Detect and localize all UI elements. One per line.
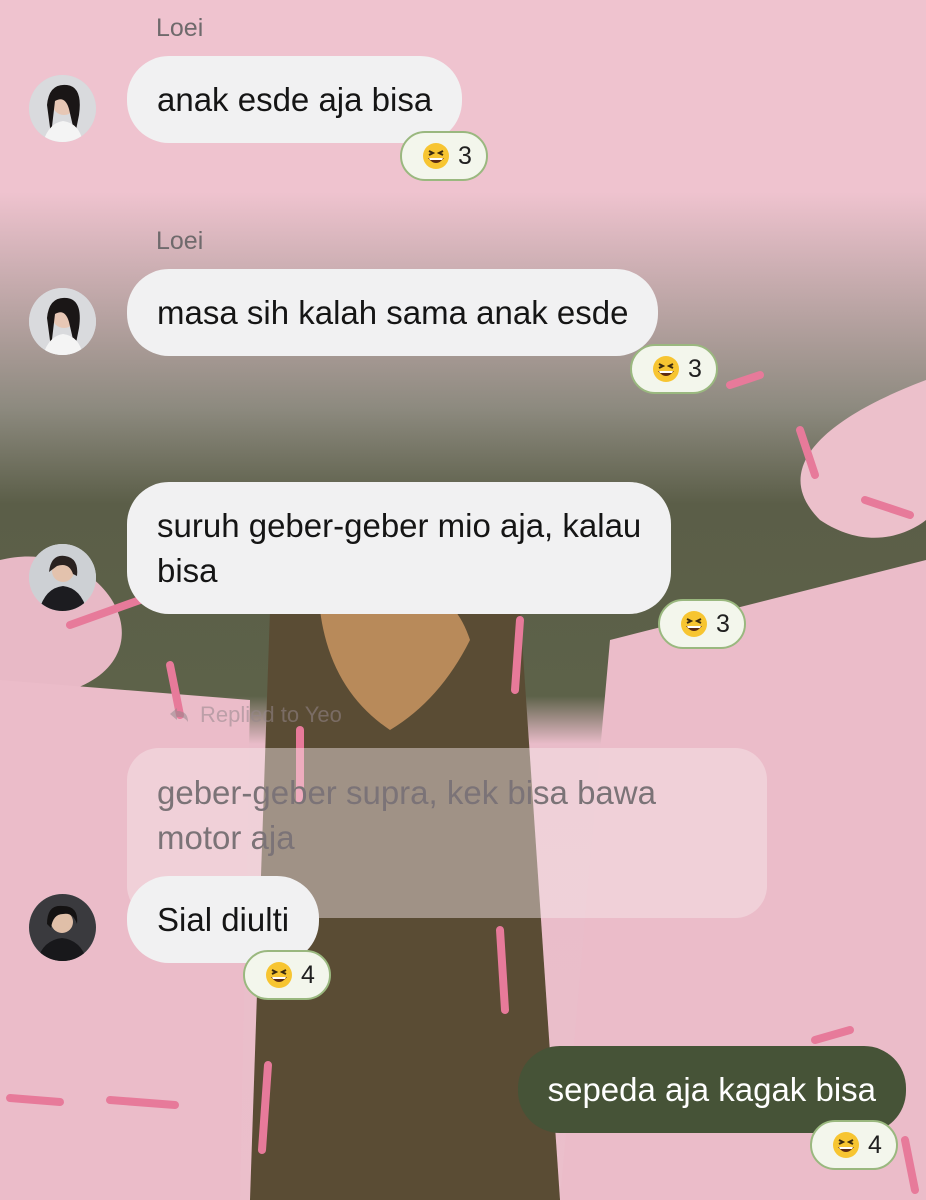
reaction-count: 4 bbox=[868, 1130, 882, 1159]
avatar[interactable] bbox=[29, 544, 96, 611]
reaction-chip[interactable]: 4 bbox=[243, 950, 331, 1000]
message-bubble[interactable]: suruh geber-geber mio aja, kalau bisa bbox=[127, 482, 672, 614]
grinning-squinting-face-icon bbox=[423, 143, 449, 169]
reply-label: Replied to Yeo bbox=[168, 702, 342, 728]
message-bubble[interactable]: masa sih kalah sama anak esde bbox=[127, 269, 659, 356]
grinning-squinting-face-icon bbox=[681, 611, 707, 637]
reply-arrow-icon bbox=[170, 708, 188, 722]
reaction-chip[interactable]: 4 bbox=[810, 1120, 898, 1170]
reaction-count: 3 bbox=[688, 354, 702, 383]
grinning-squinting-face-icon bbox=[833, 1132, 859, 1158]
grinning-squinting-face-icon bbox=[653, 356, 679, 382]
reaction-count: 4 bbox=[301, 960, 315, 989]
avatar[interactable] bbox=[29, 288, 96, 355]
sender-name: Loei bbox=[156, 14, 204, 42]
reaction-chip[interactable]: 3 bbox=[400, 131, 488, 181]
message-bubble[interactable]: anak esde aja bisa bbox=[127, 56, 463, 143]
grinning-squinting-face-icon bbox=[266, 962, 292, 988]
avatar[interactable] bbox=[29, 75, 96, 142]
reaction-count: 3 bbox=[458, 141, 472, 170]
reaction-count: 3 bbox=[716, 609, 730, 638]
message-list[interactable]: Loei anak esde aja bisa 3 Loei masa sih … bbox=[0, 0, 926, 1200]
reaction-chip[interactable]: 3 bbox=[630, 344, 718, 394]
reaction-chip[interactable]: 3 bbox=[658, 599, 746, 649]
avatar[interactable] bbox=[29, 894, 96, 961]
sender-name: Loei bbox=[156, 227, 204, 255]
